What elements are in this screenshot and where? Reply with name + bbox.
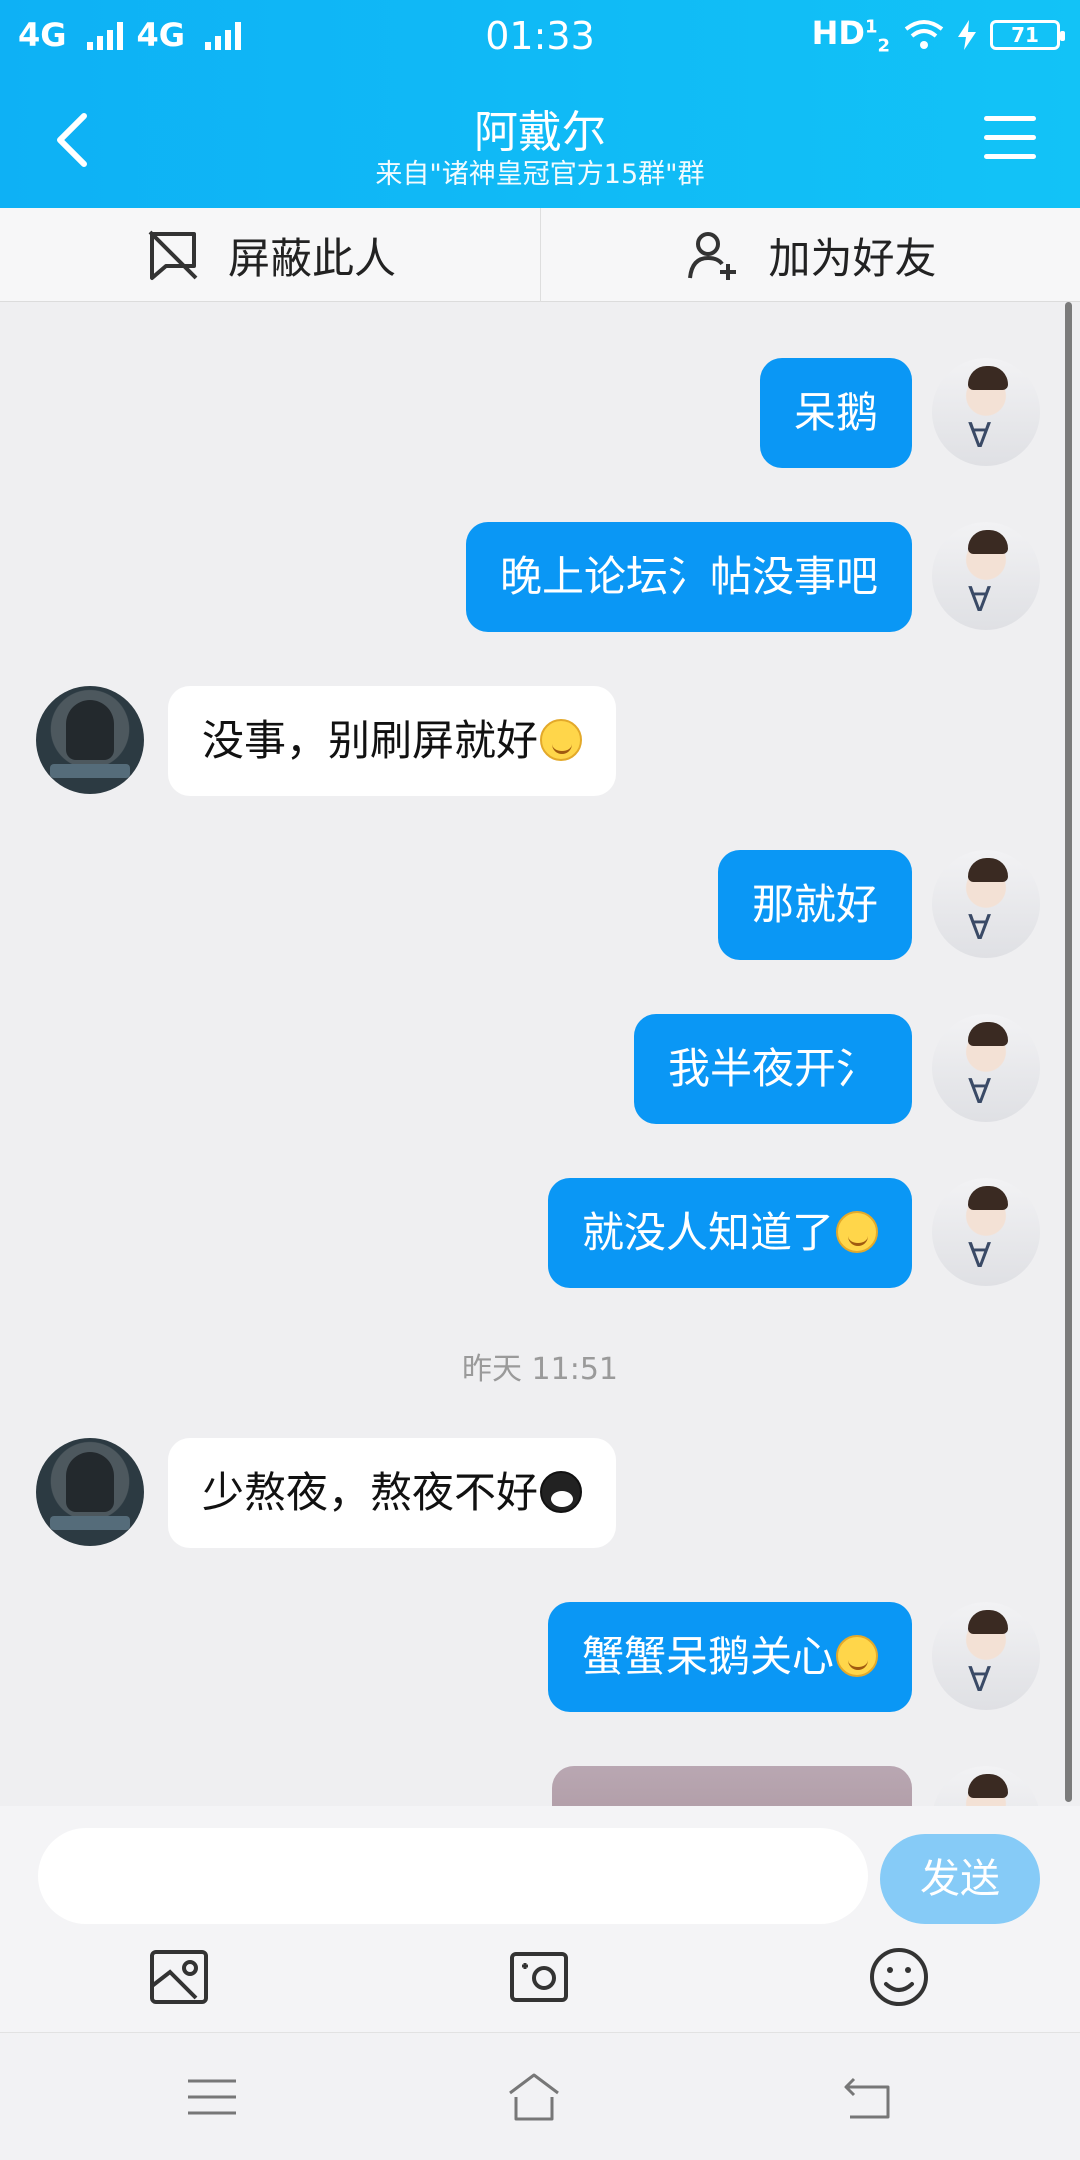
camera-icon[interactable]	[506, 1944, 572, 2010]
chat-scrollbar[interactable]	[1065, 302, 1072, 1802]
message-row: 晚上论坛氵帖没事吧	[0, 522, 1080, 634]
message-timestamp: 昨天 11:51	[462, 1352, 618, 1387]
grin-emoji-icon	[836, 1635, 878, 1677]
action-bar: 屏蔽此人 加为好友	[0, 208, 1080, 302]
status-bar: 4G 4G 01:33 HD12 71	[0, 0, 1080, 72]
chat-subtitle: 来自"诸神皇冠官方15群"群	[375, 159, 705, 190]
hd-indicator: HD12	[811, 14, 890, 57]
message-row: 就没人知道了	[0, 1178, 1080, 1290]
add-friend-button[interactable]: 加为好友	[540, 208, 1080, 302]
my-avatar[interactable]	[932, 1602, 1040, 1710]
home-icon[interactable]	[506, 2071, 562, 2123]
my-avatar[interactable]	[932, 1178, 1040, 1286]
block-chat-icon	[148, 230, 198, 280]
message-list[interactable]: 呆鹅 晚上论坛氵帖没事吧 没事，别刷屏就好 那就好 我半夜开氵 就没人知道了 昨…	[0, 302, 1080, 1806]
contact-avatar[interactable]	[36, 1438, 144, 1546]
message-row: 蟹蟹呆鹅关心	[0, 1602, 1080, 1714]
message-bubble[interactable]: 那就好	[717, 850, 912, 960]
message-row: 呆鹅	[0, 358, 1080, 470]
wifi-icon	[904, 20, 944, 50]
message-input[interactable]	[38, 1828, 868, 1924]
message-bubble[interactable]: 呆鹅	[759, 358, 912, 468]
chat-title: 阿戴尔	[474, 107, 606, 158]
message-bubble[interactable]: 我半夜开氵	[633, 1014, 912, 1124]
message-bubble[interactable]: 蟹蟹呆鹅关心	[547, 1602, 912, 1712]
block-user-button[interactable]: 屏蔽此人	[0, 208, 540, 302]
charging-icon	[958, 20, 976, 51]
my-avatar[interactable]	[932, 1766, 1040, 1806]
status-right: HD12 71	[811, 14, 1065, 57]
recents-menu-icon[interactable]	[184, 2071, 240, 2123]
smile-emoji-icon	[540, 719, 583, 761]
message-row: 没事，别刷屏就好	[0, 686, 1080, 798]
my-avatar[interactable]	[932, 522, 1040, 630]
composer: 发送	[0, 1806, 1080, 2032]
my-avatar[interactable]	[932, 358, 1040, 466]
message-row: 我半夜开氵	[0, 1014, 1080, 1126]
image-message[interactable]	[552, 1766, 912, 1806]
message-bubble[interactable]: 没事，别刷屏就好	[168, 686, 617, 796]
block-user-label: 屏蔽此人	[227, 233, 396, 283]
chat-header: 4G 4G 01:33 HD12 71 阿戴尔 来自"诸神皇冠官方15群"群	[0, 0, 1080, 208]
menu-icon[interactable]	[984, 116, 1036, 160]
send-button[interactable]: 发送	[880, 1834, 1040, 1924]
image-picker-icon[interactable]	[146, 1944, 212, 2010]
message-row: 少熬夜，熬夜不好	[0, 1438, 1080, 1550]
message-bubble[interactable]: 就没人知道了	[547, 1178, 912, 1288]
add-friend-label: 加为好友	[768, 233, 937, 283]
contact-avatar[interactable]	[36, 686, 144, 794]
message-bubble[interactable]: 少熬夜，熬夜不好	[168, 1438, 617, 1548]
emoji-icon[interactable]	[866, 1944, 932, 2010]
message-row	[0, 1766, 1080, 1806]
grin-emoji-icon	[836, 1211, 878, 1253]
system-navigation-bar	[0, 2032, 1080, 2160]
message-row: 那就好	[0, 850, 1080, 962]
message-bubble[interactable]: 晚上论坛氵帖没事吧	[465, 522, 912, 632]
penguin-emoji-icon	[540, 1471, 583, 1513]
add-user-icon	[688, 232, 737, 280]
my-avatar[interactable]	[932, 850, 1040, 958]
my-avatar[interactable]	[932, 1014, 1040, 1122]
battery-icon: 71	[990, 20, 1065, 51]
back-nav-icon[interactable]	[840, 2071, 896, 2123]
